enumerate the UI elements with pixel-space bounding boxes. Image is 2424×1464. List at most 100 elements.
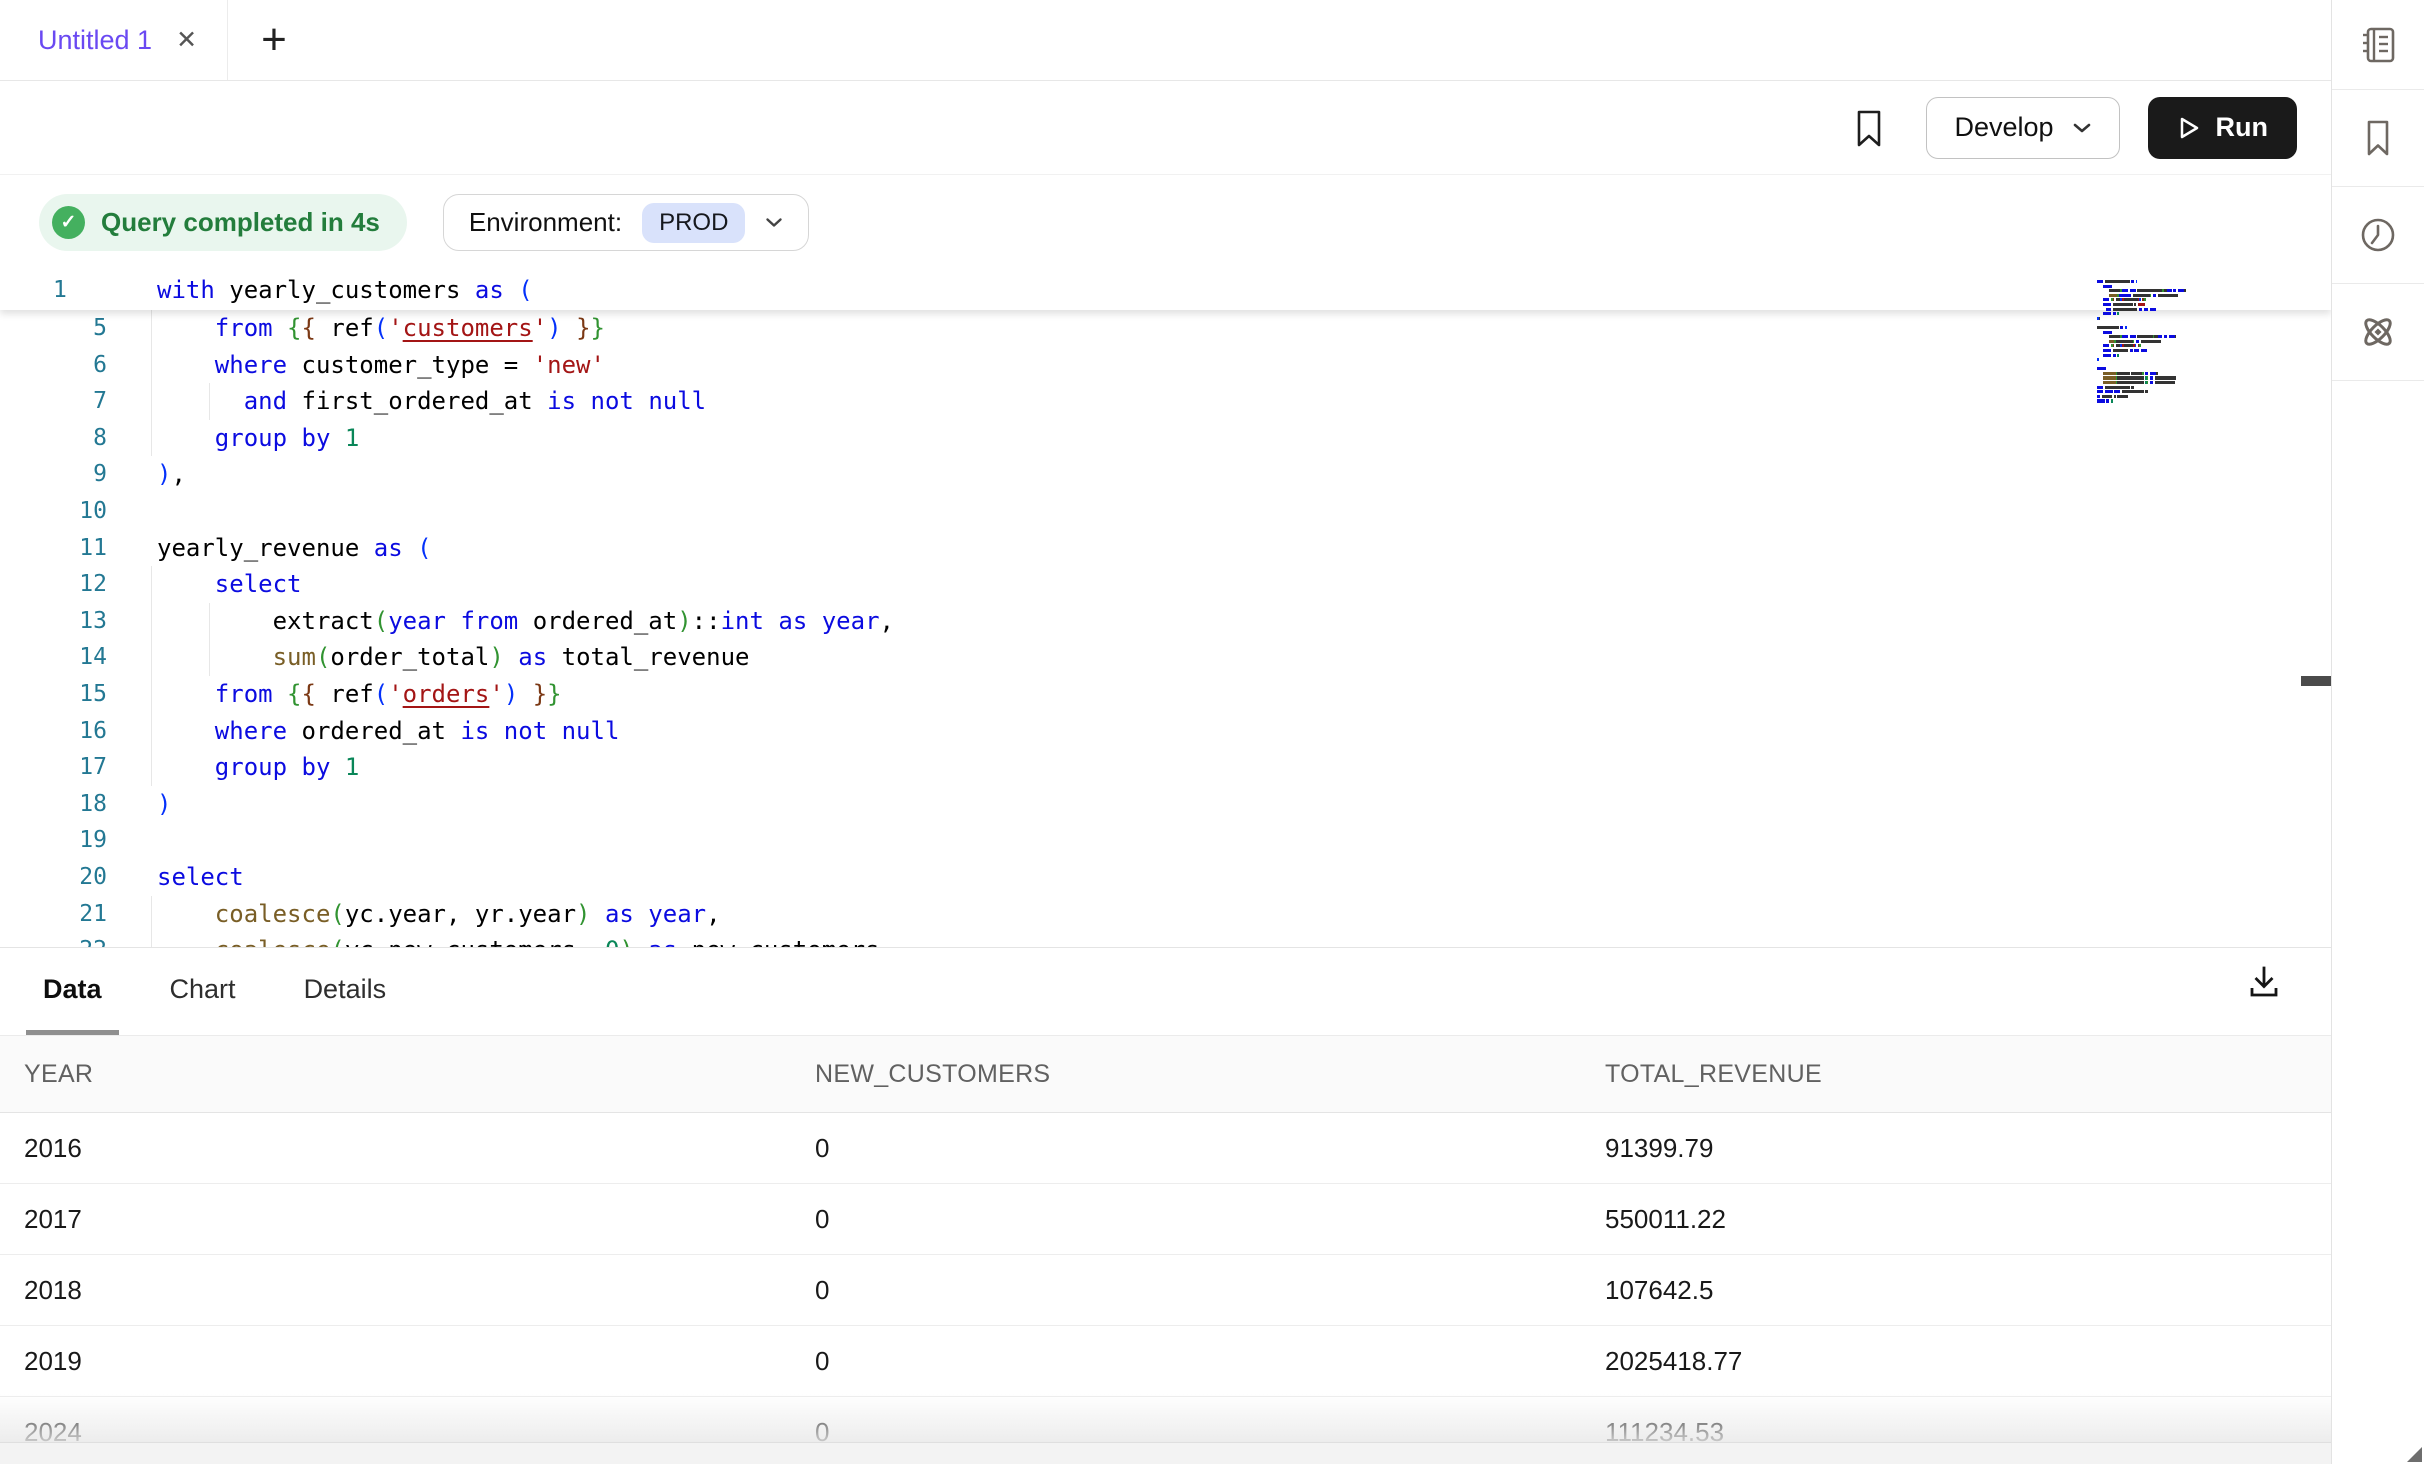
new-tab-button[interactable]: + — [228, 0, 320, 80]
play-icon — [2177, 115, 2201, 141]
code-lines: 5 from {{ ref('customers') }}6 where cus… — [0, 310, 2331, 947]
rail-button-orchestration[interactable] — [2332, 284, 2424, 381]
tab-label: Untitled 1 — [38, 25, 152, 56]
line-number: 8 — [0, 420, 157, 457]
code-line-9[interactable]: 9), — [0, 456, 2331, 493]
code-line-22[interactable]: 22 coalesce(yc.new_customers, 0) as new_… — [0, 932, 2331, 947]
code-line-20[interactable]: 20select — [0, 859, 2331, 896]
bookmark-icon — [1852, 106, 1886, 150]
environment-badge: PROD — [642, 203, 745, 243]
environment-selector[interactable]: Environment: PROD — [443, 194, 810, 251]
table-row: 20180107642.5 — [0, 1255, 2331, 1326]
column-header-new_customers: NEW_CUSTOMERS — [791, 1060, 1581, 1089]
code-text: where customer_type = 'new' — [157, 347, 605, 384]
code-text: sum(order_total) as total_revenue — [157, 639, 749, 676]
code-text: select — [157, 859, 244, 896]
code-line-19[interactable]: 19 — [0, 822, 2331, 859]
code-line-6[interactable]: 6 where customer_type = 'new' — [0, 347, 2331, 384]
rail-button-history[interactable] — [2332, 187, 2424, 284]
bookmark-button[interactable] — [1852, 106, 1886, 150]
tab-untitled-1[interactable]: Untitled 1 ✕ — [0, 0, 228, 80]
close-icon[interactable]: ✕ — [176, 25, 197, 55]
rail-button-bookmarks[interactable] — [2332, 90, 2424, 187]
code-line-7[interactable]: 7 and first_ordered_at is not null — [0, 383, 2331, 420]
bookmark-icon — [2356, 116, 2400, 160]
code-line-5[interactable]: 5 from {{ ref('customers') }} — [0, 310, 2331, 347]
sql-editor[interactable]: 1with yearly_customers as ( 5 from {{ re… — [0, 270, 2331, 947]
column-header-year: YEAR — [0, 1060, 791, 1089]
indent-guide — [151, 639, 152, 676]
run-button[interactable]: Run — [2148, 97, 2297, 159]
editor-tab-bar: Untitled 1 ✕ + — [0, 0, 2331, 81]
check-circle-icon: ✓ — [52, 206, 85, 239]
code-line-21[interactable]: 21 coalesce(yc.year, yr.year) as year, — [0, 896, 2331, 933]
code-text: ), — [157, 456, 186, 493]
code-text: from {{ ref('orders') }} — [157, 676, 562, 713]
code-line-13[interactable]: 13 extract(year from ordered_at)::int as… — [0, 603, 2331, 640]
code-line-17[interactable]: 17 group by 1 — [0, 749, 2331, 786]
query-status-text: Query completed in 4s — [101, 207, 380, 238]
chevron-down-icon — [2072, 122, 2092, 134]
code-text: with yearly_customers as ( — [157, 270, 533, 310]
indent-guide — [151, 749, 152, 786]
resize-grip[interactable] — [2407, 1447, 2422, 1462]
code-text: yearly_revenue as ( — [157, 530, 432, 567]
query-status-badge: ✓ Query completed in 4s — [39, 194, 407, 251]
results-tab-bar: Data Chart Details — [0, 948, 2331, 1036]
run-label: Run — [2216, 112, 2268, 143]
tab-chart[interactable]: Chart — [153, 948, 253, 1035]
table-cell: 0 — [791, 1133, 1581, 1164]
sticky-scroll-line[interactable]: 1with yearly_customers as ( — [0, 270, 2331, 310]
chevron-down-icon — [765, 217, 783, 228]
develop-button[interactable]: Develop — [1926, 97, 2119, 159]
code-text: and first_ordered_at is not null — [157, 383, 706, 420]
code-line-11[interactable]: 11yearly_revenue as ( — [0, 530, 2331, 567]
code-line-8[interactable]: 8 group by 1 — [0, 420, 2331, 457]
status-row: ✓ Query completed in 4s Environment: PRO… — [0, 175, 2331, 270]
download-icon — [2245, 963, 2283, 1001]
notebook-icon — [2356, 23, 2400, 67]
table-body: 2016091399.7920170550011.2220180107642.5… — [0, 1113, 2331, 1464]
line-number: 17 — [0, 749, 157, 786]
indent-guide — [151, 932, 152, 947]
table-cell: 2016 — [0, 1133, 791, 1164]
indent-guide — [151, 310, 152, 347]
line-number: 11 — [0, 530, 157, 567]
code-text: from {{ ref('customers') }} — [157, 310, 605, 347]
minimap[interactable] — [2097, 280, 2227, 410]
table-header-row: YEARNEW_CUSTOMERSTOTAL_REVENUE — [0, 1036, 2331, 1113]
tab-details[interactable]: Details — [287, 948, 404, 1035]
table-cell: 550011.22 — [1581, 1204, 2331, 1235]
indent-guide — [151, 603, 152, 640]
indent-guide — [209, 383, 210, 420]
code-line-10[interactable]: 10 — [0, 493, 2331, 530]
line-number: 16 — [0, 713, 157, 750]
line-number: 13 — [0, 603, 157, 640]
code-line-18[interactable]: 18) — [0, 786, 2331, 823]
environment-label: Environment: — [469, 207, 622, 238]
rail-button-notebook[interactable] — [2332, 0, 2424, 90]
tab-data[interactable]: Data — [26, 948, 119, 1035]
code-text: ) — [157, 786, 171, 823]
code-line-12[interactable]: 12 select — [0, 566, 2331, 603]
code-line-16[interactable]: 16 where ordered_at is not null — [0, 713, 2331, 750]
results-panel: Data Chart Details YEARNEW_CUSTOMERSTOTAL_… — [0, 947, 2331, 1464]
horizontal-scrollbar[interactable] — [0, 1442, 2331, 1464]
indent-guide — [151, 383, 152, 420]
main-panel: Untitled 1 ✕ + Develop — [0, 0, 2331, 1464]
line-number: 22 — [0, 932, 157, 947]
line-number: 21 — [0, 896, 157, 933]
code-line-14[interactable]: 14 sum(order_total) as total_revenue — [0, 639, 2331, 676]
indent-guide — [151, 347, 152, 384]
line-number: 19 — [0, 822, 157, 859]
table-cell: 0 — [791, 1204, 1581, 1235]
scrollbar-thumb[interactable] — [2301, 676, 2331, 686]
code-text: select — [157, 566, 302, 603]
column-header-total_revenue: TOTAL_REVENUE — [1581, 1060, 2331, 1089]
line-number: 1 — [0, 270, 157, 310]
line-number: 6 — [0, 347, 157, 384]
download-button[interactable] — [2245, 963, 2283, 1001]
code-line-15[interactable]: 15 from {{ ref('orders') }} — [0, 676, 2331, 713]
code-line-1[interactable]: 1with yearly_customers as ( — [0, 270, 2331, 310]
indent-guide — [151, 420, 152, 457]
